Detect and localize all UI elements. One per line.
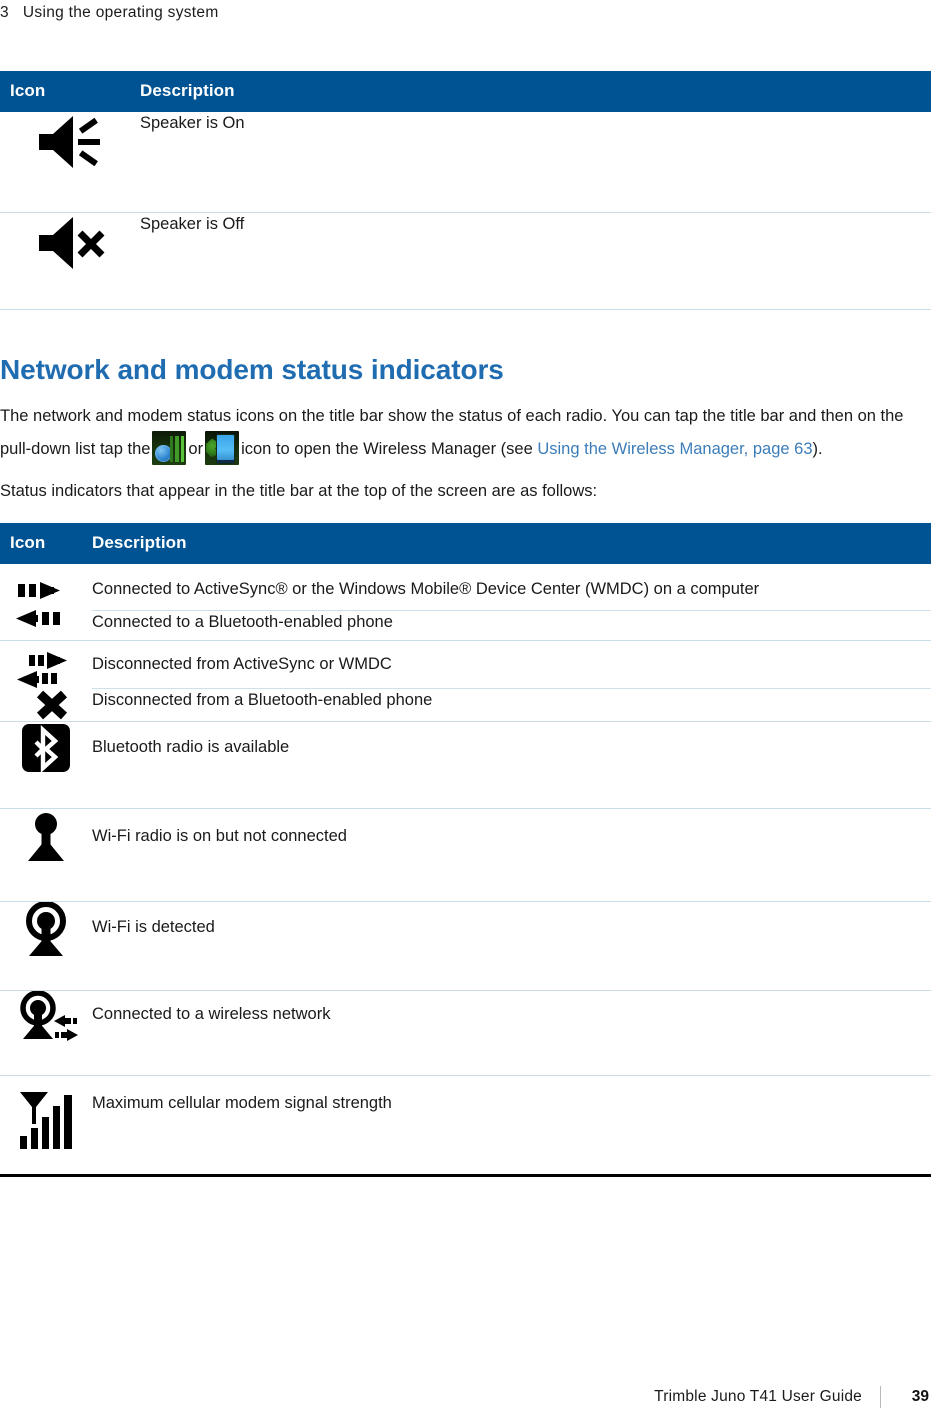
document-page: 3 Using the operating system Icon Descrip… <box>0 0 931 1428</box>
chapter-number: 3 <box>0 4 9 21</box>
wifi-detected-icon <box>26 901 66 956</box>
description-cell: Maximum cellular modem signal strength <box>92 1093 392 1112</box>
mobile-device-icon <box>205 431 240 466</box>
icon-cell <box>0 1075 92 1174</box>
network-status-table: Icon Description Connected to ActiveSync… <box>0 522 931 1174</box>
description-cell: Connected to a wireless network <box>92 1004 331 1023</box>
speaker-off-icon <box>39 217 105 269</box>
table-row: Connected to a wireless network <box>0 990 931 1076</box>
description-cell: Speaker is Off <box>140 215 245 233</box>
page-footer: Trimble Juno T41 User Guide 39 <box>0 1382 931 1408</box>
icon-cell <box>0 640 92 721</box>
column-header-icon: Icon <box>0 522 92 564</box>
description-cell: Bluetooth radio is available <box>92 737 290 756</box>
table-bottom-rule <box>0 1173 931 1177</box>
intro-paragraph: The network and modem status icons on th… <box>0 402 931 466</box>
speaker-status-table: Icon Description Speaker is On Speaker i… <box>0 71 931 310</box>
phone-signal-icon <box>152 431 187 466</box>
description-cell: Connected to a Bluetooth-enabled phone <box>92 612 393 631</box>
icon-cell <box>0 213 140 310</box>
table-header-row: Icon Description <box>0 522 931 564</box>
wifi-connected-icon <box>20 990 78 1041</box>
wifi-on-icon <box>28 812 64 861</box>
table-header-row: Icon Description <box>0 71 931 112</box>
description-cell: Wi-Fi radio is on but not connected <box>92 826 347 845</box>
table-row: Disconnected from ActiveSync or WMDC <box>0 640 931 720</box>
column-header-description: Description <box>140 71 931 112</box>
cross-reference-link[interactable]: Using the Wireless Manager, page 63 <box>537 440 812 458</box>
intro-paragraph-tail: ). <box>812 440 823 459</box>
intro-paragraph-text-2: icon to open the Wireless Manager (see <box>241 440 533 459</box>
activesync-disconnected-icon <box>17 651 68 720</box>
footer-page-number: 39 <box>911 1388 929 1405</box>
table-row: Speaker is Off <box>0 213 931 310</box>
page-content: Icon Description Speaker is On Speaker i… <box>0 71 931 1177</box>
speaker-on-icon <box>39 116 100 168</box>
table-row: Wi-Fi radio is on but not connected <box>0 808 931 902</box>
table-row: Connected to ActiveSync® or the Windows … <box>0 563 931 627</box>
icon-cell <box>0 990 92 1075</box>
table-row: Wi-Fi is detected <box>0 901 931 991</box>
running-header: 3 Using the operating system <box>0 4 219 22</box>
cellular-signal-icon <box>20 1091 72 1149</box>
description-cell: Disconnected from ActiveSync or WMDC <box>92 640 931 690</box>
table-row: Disconnected from a Bluetooth-enabled ph… <box>0 689 931 722</box>
column-header-description: Description <box>92 522 931 564</box>
column-header-icon: Icon <box>0 71 140 112</box>
table-row: Connected to a Bluetooth-enabled phone <box>0 610 931 641</box>
section-heading: Network and modem status indicators <box>0 354 504 385</box>
icon-cell <box>0 808 92 901</box>
icon-cell <box>0 901 92 990</box>
description-cell: Speaker is On <box>140 114 245 132</box>
description-cell: Disconnected from a Bluetooth-enabled ph… <box>92 691 433 710</box>
activesync-connected-icon <box>16 581 60 627</box>
description-cell: Connected to ActiveSync® or the Windows … <box>92 563 931 611</box>
table-row: Speaker is On <box>0 112 931 213</box>
bluetooth-icon <box>22 723 70 773</box>
table-row: Bluetooth radio is available <box>0 721 931 809</box>
footer-title: Trimble Juno T41 User Guide <box>654 1388 862 1405</box>
description-cell: Wi-Fi is detected <box>92 917 215 936</box>
icon-cell <box>0 721 92 808</box>
intro-paragraph-or: or <box>188 440 204 459</box>
status-intro-paragraph: Status indicators that appear in the tit… <box>0 482 598 501</box>
chapter-title: Using the operating system <box>22 4 219 21</box>
icon-cell <box>0 112 140 213</box>
icon-cell <box>0 564 92 641</box>
table-row: Maximum cellular modem signal strength <box>0 1075 931 1174</box>
